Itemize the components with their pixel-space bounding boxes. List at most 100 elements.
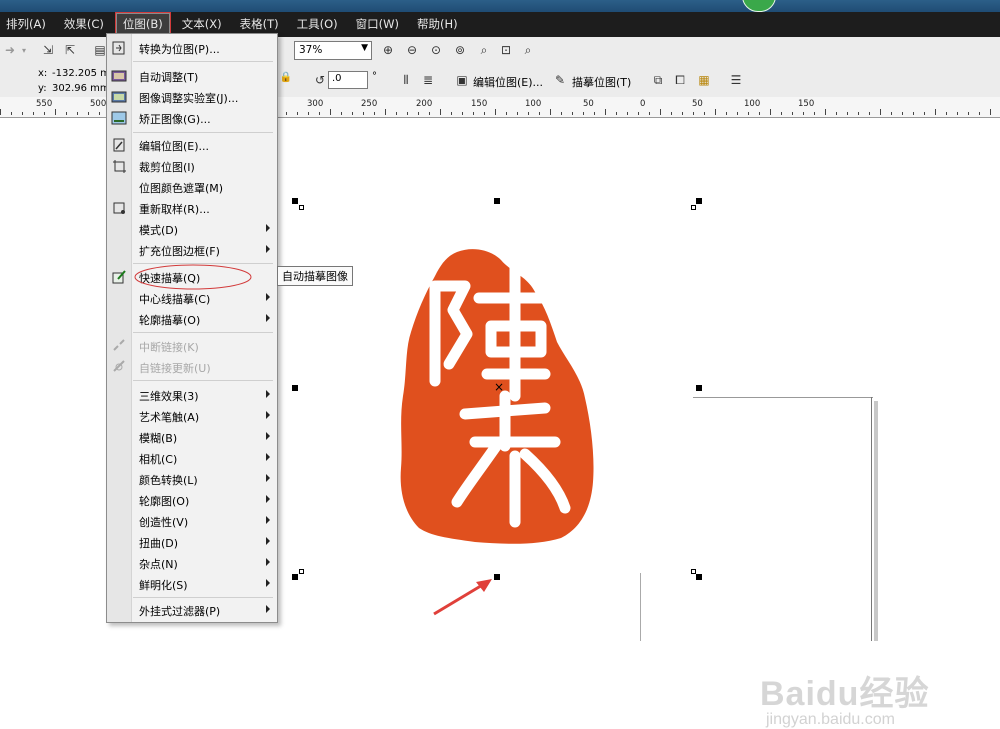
- ruler-tick: [572, 112, 573, 115]
- zoom-page-icon[interactable]: ⌕: [476, 42, 492, 58]
- menu-item-label: 艺术笔触(A): [139, 411, 200, 424]
- ruler-tick: [297, 112, 298, 115]
- auto-adjust-icon: [111, 68, 127, 84]
- menu-item-plugins[interactable]: 外挂式过滤器(P): [107, 600, 277, 620]
- rotation-handle[interactable]: [691, 205, 696, 210]
- crop-bitmap-icon[interactable]: ⧉: [650, 72, 666, 88]
- export-icon[interactable]: ⇱: [62, 42, 78, 58]
- menu-item-label: 鲜明化(S): [139, 579, 188, 592]
- menu-item-camera[interactable]: 相机(C): [107, 448, 277, 468]
- menu-item-convert-to-bitmap[interactable]: 转换为位图(P)...: [107, 38, 277, 58]
- selection-handle[interactable]: [292, 198, 298, 204]
- lock-ratio-icon[interactable]: 🔒: [278, 69, 294, 85]
- menu-item-noise[interactable]: 杂点(N): [107, 553, 277, 573]
- menu-separator: [133, 597, 273, 598]
- y-position-field[interactable]: 302.96 mm: [52, 83, 110, 94]
- bitmap-frame-icon[interactable]: ▦: [696, 72, 712, 88]
- ruler-label: 200: [416, 99, 433, 109]
- menu-item-art-strokes[interactable]: 艺术笔触(A): [107, 406, 277, 426]
- dropdown-caret-icon[interactable]: ▾: [16, 42, 32, 58]
- rotate-icon[interactable]: ↺: [312, 72, 328, 88]
- menu-help[interactable]: 帮助(H): [411, 14, 464, 35]
- menu-arrange[interactable]: 排列(A): [0, 14, 52, 35]
- seal-image[interactable]: [395, 246, 600, 546]
- zoom-height-icon[interactable]: ⌕: [520, 42, 536, 58]
- ruler-tick: [660, 109, 661, 115]
- import-icon[interactable]: ⇲: [40, 42, 56, 58]
- y-label: y:: [38, 83, 47, 94]
- edit-bitmap-icon: ▣: [456, 73, 468, 87]
- menu-item-label: 裁剪位图(I): [139, 161, 195, 174]
- submenu-arrow-icon: [266, 474, 270, 482]
- zoom-in-icon[interactable]: ⊕: [380, 42, 396, 58]
- align-icon[interactable]: ☰: [728, 72, 744, 88]
- menu-item-outline-trace[interactable]: 轮廓描摹(O): [107, 309, 277, 329]
- zoom-width-icon[interactable]: ⊡: [498, 42, 514, 58]
- ruler-tick: [902, 112, 903, 115]
- menu-item-edit-bitmap[interactable]: 编辑位图(E)...: [107, 135, 277, 155]
- ruler-tick: [847, 112, 848, 115]
- ruler-tick: [77, 112, 78, 115]
- mirror-horizontal-icon[interactable]: ⫴: [398, 72, 414, 88]
- ruler-tick: [781, 112, 782, 115]
- selection-handle[interactable]: [292, 574, 298, 580]
- ruler-tick: [33, 112, 34, 115]
- selection-handle[interactable]: [696, 198, 702, 204]
- break-link-icon: [111, 338, 127, 354]
- menu-item-sharpen[interactable]: 鲜明化(S): [107, 574, 277, 594]
- menu-item-label: 图像调整实验室(J)...: [139, 92, 239, 105]
- menu-item-inflate-bitmap[interactable]: 扩充位图边框(F): [107, 240, 277, 260]
- menu-table[interactable]: 表格(T): [234, 14, 285, 35]
- ruler-tick: [462, 112, 463, 115]
- menu-item-straighten-image[interactable]: 矫正图像(G)...: [107, 108, 277, 128]
- menu-window[interactable]: 窗口(W): [350, 14, 405, 35]
- zoom-level-select[interactable]: 37% ▼: [294, 41, 372, 60]
- menu-item-image-adjustment-lab[interactable]: 图像调整实验室(J)...: [107, 87, 277, 107]
- menu-item-mode[interactable]: 模式(D): [107, 219, 277, 239]
- edit-bitmap-button[interactable]: 编辑位图(E)...: [473, 74, 543, 90]
- submenu-arrow-icon: [266, 314, 270, 322]
- menu-item-crop-bitmap[interactable]: 裁剪位图(I): [107, 156, 277, 176]
- zoom-all-icon[interactable]: ⊚: [452, 42, 468, 58]
- mirror-vertical-icon[interactable]: ≣: [420, 72, 436, 88]
- menu-effects[interactable]: 效果(C): [58, 14, 110, 35]
- menu-item-update-link[interactable]: 自链接更新(U): [107, 357, 277, 377]
- ruler-tick: [407, 112, 408, 115]
- ruler-tick: [814, 112, 815, 115]
- menu-tools[interactable]: 工具(O): [291, 14, 344, 35]
- rotation-handle[interactable]: [299, 569, 304, 574]
- menu-item-centerline-trace[interactable]: 中心线描摹(C): [107, 288, 277, 308]
- menu-item-label: 自链接更新(U): [139, 362, 211, 375]
- menu-item-contour[interactable]: 轮廓图(O): [107, 490, 277, 510]
- rotation-handle[interactable]: [299, 205, 304, 210]
- menu-item-break-link[interactable]: 中断链接(K): [107, 336, 277, 356]
- menu-item-color-transform[interactable]: 颜色转换(L): [107, 469, 277, 489]
- resample-icon[interactable]: ⧠: [672, 72, 688, 88]
- menu-text[interactable]: 文本(X): [176, 14, 228, 35]
- menu-item-creative[interactable]: 创造性(V): [107, 511, 277, 531]
- submenu-arrow-icon: [266, 558, 270, 566]
- trace-bitmap-button[interactable]: 描摹位图(T): [572, 74, 631, 90]
- menu-item-resample[interactable]: 重新取样(R)...: [107, 198, 277, 218]
- straighten-icon: [111, 110, 127, 126]
- selection-handle[interactable]: [494, 198, 500, 204]
- menu-item-auto-adjust[interactable]: 自动调整(T): [107, 66, 277, 86]
- submenu-arrow-icon: [266, 224, 270, 232]
- menu-item-distort[interactable]: 扭曲(D): [107, 532, 277, 552]
- menu-item-blur[interactable]: 模糊(B): [107, 427, 277, 447]
- submenu-arrow-icon: [266, 605, 270, 613]
- zoom-selected-icon[interactable]: ⊙: [428, 42, 444, 58]
- selection-handle[interactable]: [696, 574, 702, 580]
- menu-item-quick-trace[interactable]: 快速描摹(Q): [107, 264, 277, 290]
- selection-handle[interactable]: [292, 385, 298, 391]
- image-lab-icon: [111, 89, 127, 105]
- crop-bitmap-icon: [111, 158, 127, 174]
- menu-item-3d-effects[interactable]: 三维效果(3): [107, 385, 277, 405]
- rotation-input[interactable]: .0: [328, 71, 368, 89]
- menu-item-bitmap-color-mask[interactable]: 位图颜色遮罩(M): [107, 177, 277, 197]
- zoom-out-icon[interactable]: ⊖: [404, 42, 420, 58]
- ruler-tick: [429, 112, 430, 115]
- rotation-handle[interactable]: [691, 569, 696, 574]
- selection-handle[interactable]: [696, 385, 702, 391]
- ruler-label: 150: [798, 99, 815, 109]
